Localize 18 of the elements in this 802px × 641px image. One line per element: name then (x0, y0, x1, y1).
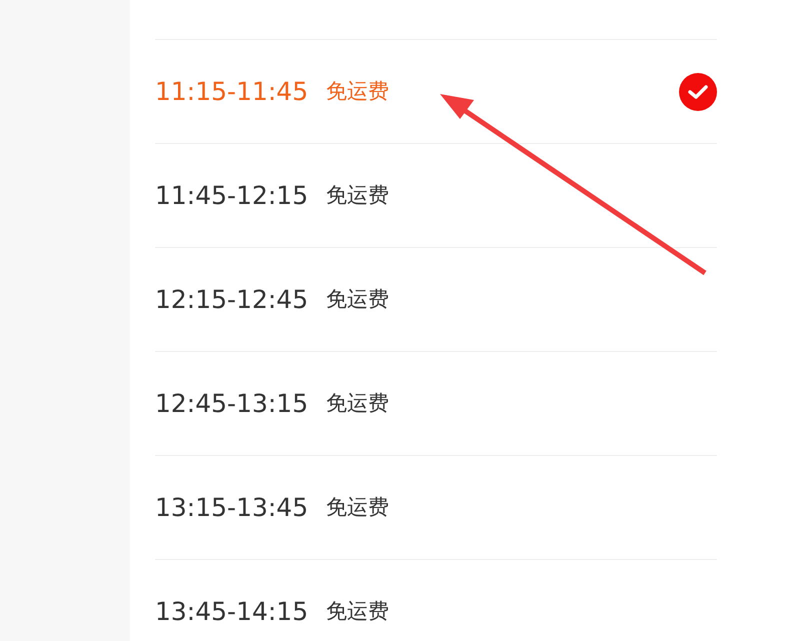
time-range: 11:45-12:15 (155, 180, 308, 212)
time-slot-row[interactable]: 13:15-13:45 免运费 (155, 455, 717, 559)
check-icon (679, 72, 717, 110)
shipping-label: 免运费 (326, 182, 390, 209)
time-range: 12:45-13:15 (155, 388, 308, 420)
time-range: 13:45-14:15 (155, 596, 308, 628)
time-slot-row[interactable]: 12:15-12:45 免运费 (155, 247, 717, 351)
shipping-label: 免运费 (326, 78, 390, 105)
time-slot-row[interactable]: 11:45-12:15 免运费 (155, 143, 717, 247)
time-slot-row[interactable]: 12:45-13:15 免运费 (155, 351, 717, 455)
time-range: 12:15-12:45 (155, 284, 308, 316)
time-slot-row[interactable]: 13:45-14:15 免运费 (155, 559, 717, 641)
time-range: 11:15-11:45 (155, 76, 308, 108)
shipping-label: 免运费 (326, 286, 390, 313)
time-range: 13:15-13:45 (155, 492, 308, 524)
shipping-label: 免运费 (326, 494, 390, 521)
shipping-label: 免运费 (326, 390, 390, 417)
shipping-label: 免运费 (326, 598, 390, 625)
